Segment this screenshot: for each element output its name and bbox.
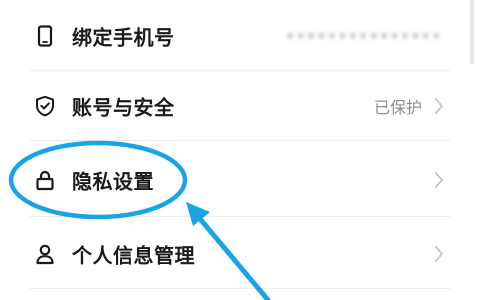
person-icon bbox=[34, 243, 56, 265]
settings-row-label: 绑定手机号 bbox=[72, 25, 175, 50]
divider bbox=[30, 140, 450, 141]
settings-row-bind-phone[interactable]: 绑定手机号 ••••••••••••••• bbox=[0, 4, 480, 68]
protection-status: 已保护 bbox=[373, 98, 422, 117]
divider bbox=[30, 288, 450, 289]
divider bbox=[30, 216, 450, 217]
chevron-right-icon bbox=[434, 245, 444, 263]
settings-row-label: 隐私设置 bbox=[72, 169, 154, 194]
lock-icon bbox=[34, 169, 56, 191]
chevron-right-icon bbox=[434, 171, 444, 189]
phone-number-value: ••••••••••••••• bbox=[285, 26, 442, 46]
settings-row-account-security[interactable]: 账号与安全 已保护 bbox=[0, 74, 480, 138]
settings-row-privacy-settings[interactable]: 隐私设置 bbox=[0, 148, 480, 212]
settings-row-label: 个人信息管理 bbox=[72, 243, 195, 268]
phone-icon bbox=[34, 25, 56, 47]
shield-check-icon bbox=[34, 95, 56, 117]
divider bbox=[30, 70, 450, 71]
settings-row-personal-info[interactable]: 个人信息管理 bbox=[0, 222, 480, 286]
chevron-right-icon bbox=[434, 97, 444, 115]
settings-row-label: 账号与安全 bbox=[72, 95, 175, 120]
